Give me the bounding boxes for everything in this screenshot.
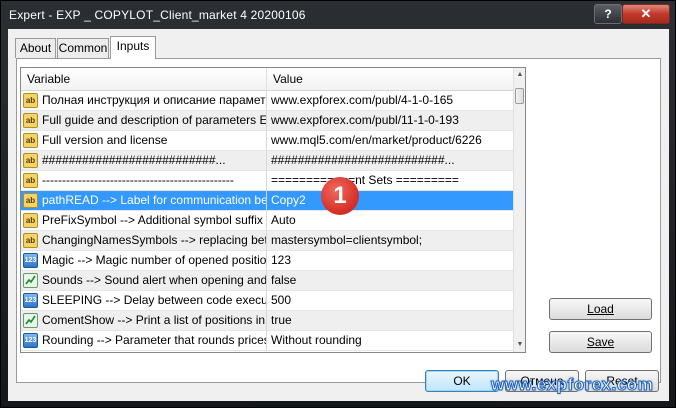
- tab-common[interactable]: Common: [57, 38, 109, 58]
- variable-label: Magic --> Magic number of opened positio…: [42, 253, 267, 267]
- variable-label: pathREAD --> Label for communication bet…: [42, 193, 267, 207]
- variable-label: SLEEPING --> Delay between code executio…: [42, 293, 267, 307]
- table-row[interactable]: ab Full version and license www.mql5.com/e…: [21, 131, 513, 151]
- load-button-label: Load: [587, 302, 614, 316]
- scroll-down-arrow-icon[interactable]: ▼: [514, 338, 525, 352]
- value-cell[interactable]: Copy2: [267, 191, 513, 211]
- grid-rows: ab Полная инструкция и описание параметр.…: [21, 91, 513, 351]
- table-row[interactable]: ab Full guide and description of paramete…: [21, 111, 513, 131]
- variable-cell[interactable]: ab pathREAD --> Label for communication b…: [21, 191, 267, 211]
- column-header-variable[interactable]: Variable: [21, 68, 267, 90]
- table-row[interactable]: 123 SLEEPING --> Delay between code execu…: [21, 291, 513, 311]
- string-type-icon: ab: [23, 233, 38, 248]
- value-cell[interactable]: Without rounding: [267, 331, 513, 351]
- variable-cell[interactable]: 123 Magic --> Magic number of opened posi…: [21, 251, 267, 271]
- scroll-up-arrow-icon[interactable]: ▲: [514, 68, 525, 82]
- variable-label: ChangingNamesSymbols --> replacing betwe…: [42, 233, 266, 247]
- table-row[interactable]: ab --------------------------------------…: [21, 171, 513, 191]
- grid-header: Variable Value: [21, 68, 513, 91]
- vertical-scrollbar[interactable]: ▲ ▼: [513, 68, 525, 352]
- variable-cell[interactable]: ab --------------------------------------…: [21, 171, 267, 191]
- value-cell[interactable]: ##########################...: [267, 151, 513, 171]
- variable-cell[interactable]: 123 SLEEPING --> Delay between code execu…: [21, 291, 267, 311]
- close-button[interactable]: ✕: [622, 4, 670, 24]
- value-cell[interactable]: 123: [267, 251, 513, 271]
- string-type-icon: ab: [23, 113, 38, 128]
- save-button-label: Save: [586, 335, 615, 349]
- table-row[interactable]: Sounds --> Sound alert when opening and …: [21, 271, 513, 291]
- table-row[interactable]: ab Полная инструкция и описание параметр.…: [21, 91, 513, 111]
- value-cell[interactable]: ============nt Sets =========: [267, 171, 513, 191]
- table-row[interactable]: 123 Rounding --> Parameter that rounds pr…: [21, 331, 513, 351]
- window-title: Expert - EXP _ COPYLOT_Client_market 4 2…: [9, 8, 306, 22]
- tab-about[interactable]: About: [15, 38, 56, 58]
- table-row[interactable]: ab PreFixSymbol --> Additional symbol suf…: [21, 211, 513, 231]
- variable-cell[interactable]: ab Полная инструкция и описание параметр.…: [21, 91, 267, 111]
- variable-label: ComentShow --> Print a list of positions…: [42, 313, 266, 327]
- column-header-value[interactable]: Value: [267, 68, 513, 90]
- variable-label: Full guide and description of parameters…: [42, 113, 267, 127]
- dialog-body: About Common Inputs Variable Value ab Пол…: [8, 29, 669, 401]
- table-row[interactable]: ComentShow --> Print a list of positions…: [21, 311, 513, 331]
- value-cell[interactable]: www.expforex.com/publ/11-1-0-193: [267, 111, 513, 131]
- value-cell[interactable]: 500: [267, 291, 513, 311]
- value-cell[interactable]: www.expforex.com/publ/4-1-0-165: [267, 91, 513, 111]
- string-type-icon: ab: [23, 213, 38, 228]
- value-cell[interactable]: www.mql5.com/en/market/product/6226: [267, 131, 513, 151]
- value-cell[interactable]: Auto: [267, 211, 513, 231]
- tab-inputs[interactable]: Inputs: [110, 36, 156, 59]
- value-cell[interactable]: false: [267, 271, 513, 291]
- title-bar: Expert - EXP _ COPYLOT_Client_market 4 2…: [1, 1, 675, 29]
- save-button[interactable]: Save: [549, 331, 652, 353]
- variable-label: Полная инструкция и описание параметр...: [42, 93, 267, 107]
- variable-label: ##########################...: [42, 153, 226, 167]
- number-type-icon: 123: [23, 253, 38, 268]
- value-cell[interactable]: mastersymbol=clientsymbol;: [267, 231, 513, 251]
- string-type-icon: ab: [23, 193, 38, 208]
- bool-type-icon: [23, 313, 38, 328]
- table-row[interactable]: ab ##########################... #########…: [21, 151, 513, 171]
- variable-cell[interactable]: 123 Rounding --> Parameter that rounds pr…: [21, 331, 267, 351]
- number-type-icon: 123: [23, 333, 38, 348]
- load-button[interactable]: Load: [549, 298, 652, 320]
- string-type-icon: ab: [23, 93, 38, 108]
- variable-cell[interactable]: ab ##########################...: [21, 151, 267, 171]
- watermark: www.expforex.com: [490, 375, 654, 395]
- table-row[interactable]: 123 Magic --> Magic number of opened posi…: [21, 251, 513, 271]
- string-type-icon: ab: [23, 133, 38, 148]
- variable-cell[interactable]: ab PreFixSymbol --> Additional symbol suf…: [21, 211, 267, 231]
- variable-cell[interactable]: ab ChangingNamesSymbols --> replacing bet…: [21, 231, 267, 251]
- variable-cell[interactable]: ComentShow --> Print a list of positions…: [21, 311, 267, 331]
- variable-label: Rounding --> Parameter that rounds price…: [42, 333, 267, 347]
- number-type-icon: 123: [23, 293, 38, 308]
- bool-type-icon: [23, 273, 38, 288]
- variable-label: Full version and license: [42, 133, 168, 147]
- variable-cell[interactable]: Sounds --> Sound alert when opening and …: [21, 271, 267, 291]
- annotation-badge: 1: [321, 177, 359, 215]
- value-cell[interactable]: true: [267, 311, 513, 331]
- variable-label: PreFixSymbol --> Additional symbol suffi…: [42, 213, 263, 227]
- variable-label: Sounds --> Sound alert when opening and …: [42, 273, 267, 287]
- help-button[interactable]: ?: [594, 4, 622, 24]
- variable-cell[interactable]: ab Full version and license: [21, 131, 267, 151]
- variable-cell[interactable]: ab Full guide and description of paramete…: [21, 111, 267, 131]
- table-row[interactable]: ab pathREAD --> Label for communication b…: [21, 191, 513, 211]
- scroll-thumb[interactable]: [515, 88, 524, 104]
- inputs-grid: Variable Value ab Полная инструкция и опи…: [20, 67, 526, 353]
- ok-button[interactable]: OK: [425, 370, 499, 392]
- table-row[interactable]: ab ChangingNamesSymbols --> replacing bet…: [21, 231, 513, 251]
- string-type-icon: ab: [23, 153, 38, 168]
- variable-label: ----------------------------------------…: [42, 173, 234, 187]
- expert-window: Expert - EXP _ COPYLOT_Client_market 4 2…: [0, 0, 676, 408]
- string-type-icon: ab: [23, 173, 38, 188]
